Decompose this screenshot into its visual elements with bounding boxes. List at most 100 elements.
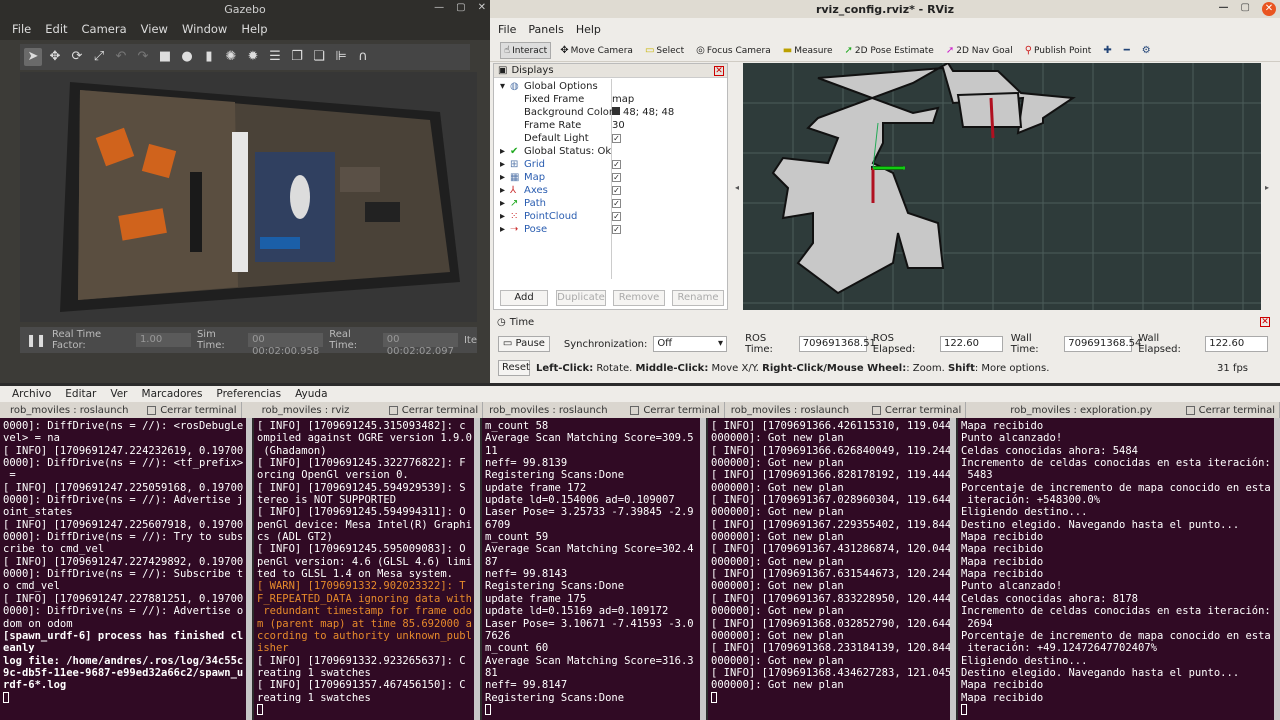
tab-exploration[interactable]: rob_moviles : exploration.py Cerrar termi… <box>966 402 1280 418</box>
scrollbar[interactable] <box>474 418 480 720</box>
tab-rviz[interactable]: rob_moviles : rviz Cerrar terminal <box>242 402 484 418</box>
add-display-button[interactable]: Add <box>500 290 548 306</box>
scale-icon[interactable]: ⤢ <box>90 48 108 66</box>
axes-checkbox[interactable]: ✓ <box>612 186 621 195</box>
menu-file[interactable]: File <box>498 23 516 36</box>
menu-file[interactable]: File <box>12 22 31 36</box>
tree-item-pointcloud[interactable]: ▸ ⁙ PointCloud ✓ <box>494 210 727 223</box>
menu-panels[interactable]: Panels <box>528 23 563 36</box>
tool-properties-button[interactable]: ⚙ <box>1139 43 1154 58</box>
menu-camera[interactable]: Camera <box>82 22 127 36</box>
sphere-icon[interactable]: ● <box>178 48 196 66</box>
tree-default-light[interactable]: Default Light ✓ <box>494 132 727 145</box>
tree-item-grid[interactable]: ▸ ⊞ Grid ✓ <box>494 158 727 171</box>
map-checkbox[interactable]: ✓ <box>612 173 621 182</box>
collapse-right-icon[interactable]: ▸ <box>1265 183 1269 192</box>
pointcloud-checkbox[interactable]: ✓ <box>612 212 621 221</box>
terminal-pane-2[interactable]: [ INFO] [1709691245.315093482]: c ompiled… <box>254 418 480 720</box>
menu-edit[interactable]: Edit <box>45 22 67 36</box>
scrollbar[interactable] <box>246 418 252 720</box>
terminal-pane-1[interactable]: 0000]: DiffDrive(ns = //): <rosDebugLe ve… <box>0 418 252 720</box>
menu-view[interactable]: View <box>141 22 168 36</box>
tree-item-pose[interactable]: ▸ ➝ Pose ✓ <box>494 223 727 236</box>
wall-elapsed-value[interactable]: 122.60 <box>1205 336 1269 352</box>
pause-icon[interactable]: ❚❚ <box>26 333 46 347</box>
tab-roslaunch-2[interactable]: rob_moviles : roslaunch Cerrar terminal <box>483 402 725 418</box>
wall-time-value[interactable]: 709691368.54 <box>1064 336 1141 352</box>
add-tool-button[interactable]: ✚ <box>1100 43 1114 58</box>
tab-roslaunch-1[interactable]: rob_moviles : roslaunch Cerrar terminal <box>0 402 242 418</box>
expand-arrow-icon[interactable]: ▸ <box>500 211 505 222</box>
menu-help[interactable]: Help <box>576 23 601 36</box>
remove-button[interactable]: Remove <box>613 290 665 306</box>
tab-roslaunch-3[interactable]: rob_moviles : roslaunch Cerrar terminal <box>725 402 967 418</box>
undo-icon[interactable]: ↶ <box>112 48 130 66</box>
terminal-pane-4[interactable]: [ INFO] [1709691366.426115310, 119.044 00… <box>708 418 956 720</box>
nav-goal-button[interactable]: ➚ 2D Nav Goal <box>943 43 1016 58</box>
menu-ver[interactable]: Ver <box>110 388 127 400</box>
menu-window[interactable]: Window <box>182 22 227 36</box>
menu-marcadores[interactable]: Marcadores <box>142 388 203 400</box>
default-light-checkbox[interactable]: ✓ <box>612 134 621 143</box>
gazebo-titlebar[interactable]: Gazebo — ▢ ✕ <box>0 0 490 18</box>
menu-preferencias[interactable]: Preferencias <box>216 388 281 400</box>
tree-item-map[interactable]: ▸ ▦ Map ✓ <box>494 171 727 184</box>
paste-icon[interactable]: ❏ <box>310 48 328 66</box>
remove-tool-button[interactable]: ━ <box>1121 43 1133 58</box>
box-icon[interactable]: ■ <box>156 48 174 66</box>
move-camera-button[interactable]: ✥ Move Camera <box>557 43 636 58</box>
redo-icon[interactable]: ↷ <box>134 48 152 66</box>
maximize-icon[interactable]: ▢ <box>1241 2 1250 16</box>
tree-fixed-frame[interactable]: Fixed Frame map <box>494 93 727 106</box>
expand-arrow-icon[interactable]: ▸ <box>500 185 505 196</box>
rviz-3d-viewport[interactable] <box>743 63 1261 310</box>
tree-frame-rate[interactable]: Frame Rate 30 <box>494 119 727 132</box>
spot-light-icon[interactable]: ☰ <box>266 48 284 66</box>
point-light-icon[interactable]: ✹ <box>244 48 262 66</box>
pause-button[interactable]: ▭ Pause <box>498 336 550 352</box>
ros-time-value[interactable]: 709691368.51 <box>798 336 876 352</box>
snap-icon[interactable]: ∩ <box>354 48 372 66</box>
tree-item-path[interactable]: ▸ ↗ Path ✓ <box>494 197 727 210</box>
gazebo-3d-scene[interactable] <box>20 72 477 322</box>
interact-button[interactable]: ☝ Interact <box>500 42 552 59</box>
tree-global-options[interactable]: ▾ ◍ Global Options <box>494 80 727 93</box>
close-terminal-button[interactable]: Cerrar terminal <box>643 405 719 416</box>
fixed-frame-value[interactable]: map <box>612 94 634 105</box>
frame-rate-value[interactable]: 30 <box>612 120 625 131</box>
reset-button[interactable]: Reset <box>498 360 530 376</box>
maximize-icon[interactable]: ▢ <box>456 2 465 13</box>
expand-arrow-icon[interactable]: ▸ <box>500 198 505 209</box>
focus-camera-button[interactable]: ◎ Focus Camera <box>693 43 774 58</box>
cylinder-icon[interactable]: ▮ <box>200 48 218 66</box>
select-arrow-icon[interactable]: ➤ <box>24 48 42 66</box>
close-panel-icon[interactable]: ✕ <box>714 65 724 76</box>
sun-light-icon[interactable]: ✺ <box>222 48 240 66</box>
collapse-arrow-icon[interactable]: ▾ <box>500 81 505 92</box>
close-panel-icon[interactable]: ✕ <box>1260 317 1270 327</box>
measure-button[interactable]: ▬ Measure <box>780 43 836 58</box>
scrollbar[interactable] <box>1274 418 1280 720</box>
rename-button[interactable]: Rename <box>672 290 724 306</box>
expand-arrow-icon[interactable]: ▸ <box>500 146 505 157</box>
menu-archivo[interactable]: Archivo <box>12 388 51 400</box>
minimize-icon[interactable]: — <box>434 2 444 13</box>
path-checkbox[interactable]: ✓ <box>612 199 621 208</box>
minimize-icon[interactable]: — <box>1219 2 1229 16</box>
collapse-left-icon[interactable]: ◂ <box>735 183 739 192</box>
rotate-icon[interactable]: ⟳ <box>68 48 86 66</box>
menu-help[interactable]: Help <box>241 22 267 36</box>
expand-arrow-icon[interactable]: ▸ <box>500 172 505 183</box>
scrollbar[interactable] <box>700 418 706 720</box>
pose-estimate-button[interactable]: ➚ 2D Pose Estimate <box>841 43 936 58</box>
grid-checkbox[interactable]: ✓ <box>612 160 621 169</box>
duplicate-button[interactable]: Duplicate <box>556 290 606 306</box>
close-terminal-button[interactable]: Cerrar terminal <box>1199 405 1275 416</box>
rviz-titlebar[interactable]: rviz_config.rviz* - RViz — ▢ ✕ <box>490 0 1280 18</box>
translate-icon[interactable]: ✥ <box>46 48 64 66</box>
terminal-pane-3[interactable]: m_count 58 Average Scan Matching Score=30… <box>482 418 706 720</box>
expand-arrow-icon[interactable]: ▸ <box>500 224 505 235</box>
tree-item-axes[interactable]: ▸ ⅄ Axes ✓ <box>494 184 727 197</box>
bg-color-value[interactable]: 48; 48; 48 <box>612 107 674 118</box>
copy-icon[interactable]: ❐ <box>288 48 306 66</box>
